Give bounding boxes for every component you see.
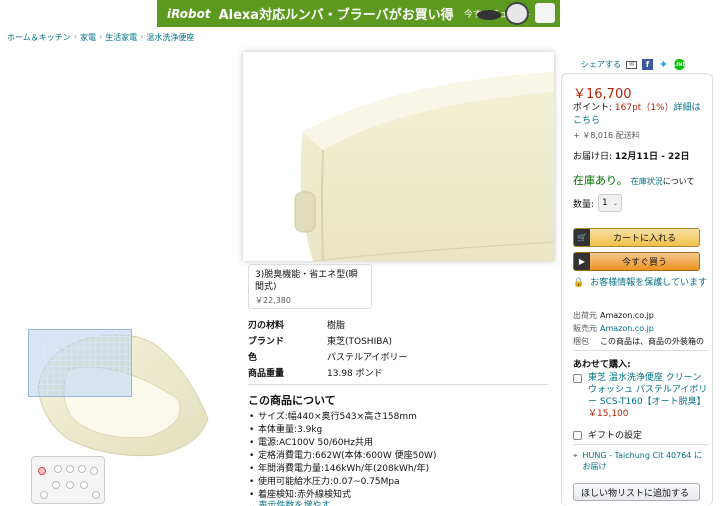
zoom-lens[interactable] (28, 329, 132, 397)
section-divider (248, 384, 548, 385)
echo-device-image (477, 10, 501, 20)
buy-now-label: 今すぐ買う (621, 258, 667, 268)
points-value: 167pt（1%） (614, 103, 674, 113)
breadcrumb: ホーム＆キッチン › 家電 › 生活家電 › 温水洗浄便座 (7, 32, 195, 43)
points-info: ポイント: 167pt（1%）詳細はこちら (573, 102, 708, 128)
breadcrumb-item[interactable]: 家電 (80, 32, 96, 43)
delivery-location[interactable]: ⌖ HUNG - Taichung Cit 40764 にお届け (573, 450, 708, 472)
gift-checkbox[interactable] (573, 431, 582, 440)
stock-status-link[interactable]: 在庫状況 (631, 177, 663, 186)
spec-key: 色 (248, 352, 258, 363)
spec-key: 商品重量 (248, 368, 285, 379)
line-icon[interactable]: LINE (673, 59, 686, 70)
spec-row: ブランド 東芝(TOSHIBA) (248, 332, 548, 348)
buy-box: ￥16,700 ポイント: 167pt（1%）詳細はこちら + ￥8,016 配… (561, 73, 713, 506)
feature-bullet: 電源:AC100V 50/60Hz共用 (248, 437, 548, 450)
spec-value: パステルアイボリー (327, 352, 408, 363)
spec-value: 樹脂 (327, 320, 346, 331)
show-more-link[interactable]: ⌄ 表示件数を増やす (248, 498, 330, 506)
quantity: 数量: 1 ⌄ (573, 194, 623, 212)
also-buy-title[interactable]: 東芝 温水洗浄便座 クリーンウォッシュ パステルアイボリー SCS-T160【オ… (588, 373, 707, 407)
delivery-date: お届け日: 12月11日 - 22日 (573, 149, 689, 162)
delivery-label: お届け日: (573, 152, 615, 162)
gift-option: ギフトの設定 (573, 428, 642, 441)
play-icon: ▶ (574, 253, 590, 270)
zoomed-seat-image (294, 72, 554, 261)
price: ￥16,700 (573, 87, 632, 102)
feature-bullets: サイズ:幅440×奥行543×高さ158mm 本体重量:3.9kg 電源:AC1… (248, 411, 548, 502)
feature-bullet: 定格消費電力:662W(本体:600W 便座50W) (248, 450, 548, 463)
lock-icon: 🔒 (573, 278, 585, 288)
spec-row: 色 パステルアイボリー (248, 348, 548, 364)
facebook-icon[interactable]: f (642, 59, 653, 70)
spec-key: 刃の材料 (248, 320, 285, 331)
seller-key: 梱包 (573, 337, 589, 346)
variation-price: ￥22,380 (255, 296, 291, 305)
seller-key: 販売元 (573, 324, 597, 333)
quantity-select[interactable]: 1 ⌄ (598, 194, 623, 212)
add-to-cart-label: カートに入れる (612, 234, 676, 244)
share-label: シェアする (581, 60, 621, 69)
buy-now-button[interactable]: ▶ 今すぐ買う (573, 252, 700, 271)
location-text: HUNG - Taichung Cit 40764 にお届け (582, 451, 702, 471)
divider (573, 350, 708, 351)
seller-value: Amazon.co.jp (600, 311, 654, 320)
seller-info: 出荷元 Amazon.co.jp 販売元 Amazon.co.jp 梱包 この商… (573, 309, 713, 348)
mail-icon[interactable]: ✉ (626, 60, 637, 69)
stock-text: 在庫あり。 (573, 174, 628, 187)
spec-table: 刃の材料 樹脂 ブランド 東芝(TOSHIBA) 色 パステルアイボリー 商品重… (248, 316, 548, 380)
roomba-image (505, 2, 529, 25)
chevron-down-icon: ⌄ (613, 199, 619, 207)
seller-row: 出荷元 Amazon.co.jp (573, 309, 713, 322)
zoomed-image-panel (243, 52, 554, 261)
banner-brand: iRobot (167, 6, 211, 21)
spec-key: ブランド (248, 336, 285, 347)
breadcrumb-item[interactable]: 生活家電 (105, 32, 137, 43)
seller-key: 出荷元 (573, 311, 597, 320)
delivery-dates: 12月11日 - 22日 (614, 152, 690, 162)
also-buy-item: 東芝 温水洗浄便座 クリーンウォッシュ パステルアイボリー SCS-T160【オ… (573, 372, 708, 420)
add-to-cart-button[interactable]: 🛒 カートに入れる (573, 228, 700, 247)
feature-bullet: 本体重量:3.9kg (248, 424, 548, 437)
variation-option[interactable]: 3)脱臭機能・省エネ型(瞬間式) ￥22,380 (248, 264, 372, 309)
share-bar: シェアする ✉ f ✦ LINE (581, 58, 686, 71)
also-buy-checkbox[interactable] (573, 374, 582, 383)
spec-value: 東芝(TOSHIBA) (327, 336, 393, 347)
divider (573, 444, 708, 445)
feature-bullet: 使用可能給水圧力:0.07~0.75Mpa (248, 476, 548, 489)
seller-row: 販売元 Amazon.co.jp (573, 322, 713, 335)
braava-image (535, 3, 555, 23)
seller-row: 梱包 この商品は、商品の外装箱の (573, 335, 713, 348)
stock-status: 在庫あり。 在庫状況について (573, 172, 695, 188)
spec-row: 商品重量 13.98 ポンド (248, 364, 548, 380)
add-to-wishlist-button[interactable]: ほしい物リストに追加する (573, 483, 700, 501)
breadcrumb-item[interactable]: 温水洗浄便座 (146, 32, 194, 43)
about-this-item: この商品について サイズ:幅440×奥行543×高さ158mm 本体重量:3.9… (248, 392, 548, 502)
feature-bullet: サイズ:幅440×奥行543×高さ158mm (248, 411, 548, 424)
promo-banner[interactable]: iRobot Alexa対応ルンバ・ブラーバがお買い得 今すぐチェック› (157, 0, 560, 27)
feature-bullet: 年間消費電力量:146kWh/年(208kWh/年) (248, 463, 548, 476)
location-pin-icon: ⌖ (573, 451, 578, 460)
gift-label: ギフトの設定 (588, 431, 643, 441)
spec-row: 刃の材料 樹脂 (248, 316, 548, 332)
quantity-label: 数量: (573, 199, 595, 210)
remote-control-thumbnail[interactable] (31, 456, 105, 504)
seller-link[interactable]: Amazon.co.jp (600, 324, 654, 333)
quantity-value: 1 (602, 198, 608, 208)
points-label: ポイント: (573, 103, 615, 113)
cart-icon: 🛒 (574, 229, 590, 246)
seller-value: この商品は、商品の外装箱の (600, 337, 704, 346)
secure-transaction[interactable]: 🔒 お客様情報を保護しています (573, 277, 708, 290)
breadcrumb-item[interactable]: ホーム＆キッチン (7, 32, 71, 43)
about-heading: この商品について (248, 394, 336, 407)
stock-suffix: について (662, 177, 695, 186)
shipping-fee: + ￥8,016 配送料 (573, 131, 640, 140)
also-buy-price: ￥15,100 (588, 409, 629, 419)
variation-label: 3)脱臭機能・省エネ型(瞬間式) (255, 270, 358, 292)
banner-title: Alexa対応ルンバ・ブラーバがお買い得 (218, 8, 454, 23)
twitter-icon[interactable]: ✦ (658, 58, 669, 71)
secure-text: お客様情報を保護しています (590, 278, 707, 288)
also-buy-heading: あわせて購入: (573, 360, 631, 370)
spec-value: 13.98 ポンド (327, 368, 383, 379)
